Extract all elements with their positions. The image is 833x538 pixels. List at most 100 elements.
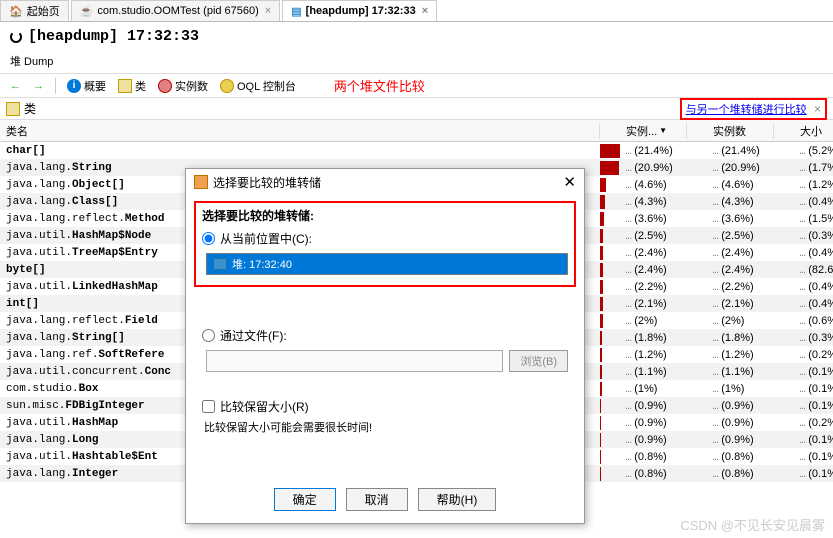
- cell-pct2: ... (1.2%): [796, 179, 833, 191]
- compare-link[interactable]: 与另一个堆转储进行比较: [686, 104, 807, 116]
- java-icon: ☕: [80, 5, 94, 18]
- radio-file[interactable]: [202, 329, 215, 342]
- breadcrumb[interactable]: 堆 Dump: [0, 51, 833, 74]
- dialog-title: 选择要比较的堆转储: [213, 174, 321, 191]
- classes-label: 类: [24, 100, 36, 117]
- dialog-icon: [194, 175, 208, 189]
- dialog-titlebar[interactable]: 选择要比较的堆转储 ✕: [186, 169, 584, 195]
- radio-current[interactable]: [202, 232, 215, 245]
- overview-button[interactable]: i 概要: [63, 76, 110, 96]
- cell-pct1: ... (1.1%): [622, 366, 687, 378]
- cell-pct1b: ... (0.9%): [709, 400, 774, 412]
- instances-button[interactable]: 实例数: [154, 76, 212, 96]
- sub-toolbar: 类 与另一个堆转储进行比较 ×: [0, 98, 833, 120]
- col-name[interactable]: 类名: [0, 123, 600, 139]
- close-icon[interactable]: ×: [814, 102, 821, 116]
- tab-label: [heapdump] 17:32:33: [306, 5, 416, 17]
- check-keep-size-row[interactable]: 比较保留大小(R): [202, 398, 568, 415]
- col-inst-bar[interactable]: 实例... ▼: [622, 123, 687, 139]
- cell-pct2: ... (0.4%): [796, 196, 833, 208]
- table-header: 类名 实例... ▼ 实例数 大小: [0, 120, 833, 142]
- tab-start[interactable]: 🏠 起始页: [0, 0, 69, 21]
- cell-pct1: ... (2.4%): [622, 247, 687, 259]
- heap-select-list[interactable]: 堆: 17:32:40: [206, 253, 568, 275]
- forward-button[interactable]: →: [29, 78, 48, 94]
- back-button[interactable]: ←: [6, 78, 25, 94]
- cell-bar: [600, 229, 622, 243]
- close-icon[interactable]: ×: [265, 5, 271, 17]
- tab-process[interactable]: ☕ com.studio.OOMTest (pid 67560) ×: [71, 0, 281, 21]
- cell-pct2: ... (0.4%): [796, 281, 833, 293]
- cell-pct1b: ... (2%): [709, 315, 774, 327]
- table-row[interactable]: char[]... (21.4%)... (21.4%)... (5.2%): [0, 142, 833, 159]
- cell-pct1b: ... (1.2%): [709, 349, 774, 361]
- cell-pct1: ... (2%): [622, 315, 687, 327]
- cell-pct1b: ... (0.9%): [709, 417, 774, 429]
- cell-bar: [600, 467, 622, 481]
- cell-pct2: ... (0.2%): [796, 417, 833, 429]
- cell-pct1b: ... (0.8%): [709, 451, 774, 463]
- separator: [55, 78, 56, 94]
- heap-option[interactable]: 堆: 17:32:40: [207, 254, 567, 274]
- cell-pct1: ... (4.6%): [622, 179, 687, 191]
- cell-bar: [600, 314, 622, 328]
- cell-pct1: ... (1.2%): [622, 349, 687, 361]
- cell-pct1: ... (21.4%): [622, 145, 687, 157]
- cell-bar: [600, 331, 622, 345]
- cell-bar: [600, 144, 622, 158]
- cell-pct1b: ... (0.8%): [709, 468, 774, 480]
- cell-bar: [600, 382, 622, 396]
- cell-pct1: ... (0.8%): [622, 451, 687, 463]
- cell-bar: [600, 195, 622, 209]
- cell-pct2: ... (0.1%): [796, 383, 833, 395]
- cell-pct2: ... (0.3%): [796, 230, 833, 242]
- ok-button[interactable]: 确定: [274, 488, 336, 511]
- close-icon[interactable]: ✕: [563, 173, 576, 191]
- cell-bar: [600, 161, 622, 175]
- cell-pct1b: ... (4.3%): [709, 196, 774, 208]
- close-icon[interactable]: ×: [422, 5, 428, 17]
- cancel-button[interactable]: 取消: [346, 488, 408, 511]
- oql-button[interactable]: OQL 控制台: [216, 76, 300, 96]
- help-button[interactable]: 帮助(H): [418, 488, 497, 511]
- cell-bar: [600, 399, 622, 413]
- cell-pct2: ... (0.1%): [796, 366, 833, 378]
- cell-pct2: ... (5.2%): [796, 145, 833, 157]
- cell-pct1b: ... (1.8%): [709, 332, 774, 344]
- cell-pct1: ... (2.2%): [622, 281, 687, 293]
- cell-pct2: ... (82.6%): [796, 264, 833, 276]
- cell-pct1b: ... (2.4%): [709, 247, 774, 259]
- radio-current-row[interactable]: 从当前位置中(C):: [202, 230, 568, 247]
- cell-pct2: ... (0.4%): [796, 247, 833, 259]
- cell-pct1: ... (4.3%): [622, 196, 687, 208]
- cell-bar: [600, 212, 622, 226]
- classes-button[interactable]: 类: [114, 76, 150, 96]
- hint-text: 比较保留大小可能会需要很长时间!: [204, 419, 568, 435]
- cell-bar: [600, 365, 622, 379]
- cell-pct1b: ... (20.9%): [709, 162, 774, 174]
- cell-pct1b: ... (2.1%): [709, 298, 774, 310]
- watermark: CSDN @不见长安见晨雾: [680, 515, 825, 534]
- dialog-label: 选择要比较的堆转储:: [202, 207, 568, 224]
- cell-bar: [600, 416, 622, 430]
- radio-file-row[interactable]: 通过文件(F):: [202, 327, 568, 344]
- cell-pct1b: ... (4.6%): [709, 179, 774, 191]
- cell-pct1: ... (0.9%): [622, 434, 687, 446]
- cell-pct1: ... (20.9%): [622, 162, 687, 174]
- check-keep-size[interactable]: [202, 400, 215, 413]
- instance-icon: [158, 79, 172, 93]
- file-path-input[interactable]: [206, 350, 503, 372]
- col-size[interactable]: 大小: [796, 123, 833, 139]
- home-icon: 🏠: [9, 5, 23, 18]
- col-instances[interactable]: 实例数: [709, 123, 774, 139]
- oql-icon: [220, 79, 234, 93]
- tab-heapdump[interactable]: ▤ [heapdump] 17:32:33 ×: [282, 0, 437, 21]
- toolbar: ← → i 概要 类 实例数 OQL 控制台 两个堆文件比较: [0, 74, 833, 98]
- cell-pct1: ... (0.8%): [622, 468, 687, 480]
- browse-button[interactable]: 浏览(B): [509, 350, 568, 372]
- cell-pct2: ... (0.4%): [796, 298, 833, 310]
- cell-pct1: ... (2.5%): [622, 230, 687, 242]
- cell-pct1b: ... (2.2%): [709, 281, 774, 293]
- cell-pct1: ... (2.4%): [622, 264, 687, 276]
- cell-classname: char[]: [0, 145, 600, 157]
